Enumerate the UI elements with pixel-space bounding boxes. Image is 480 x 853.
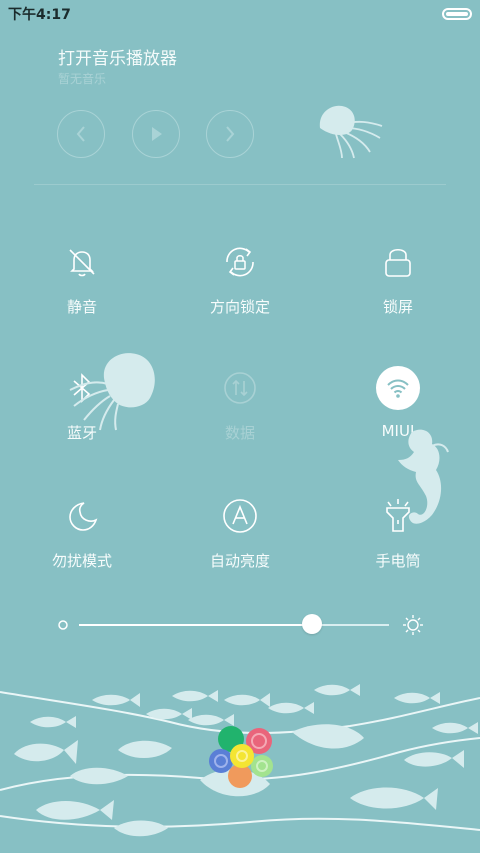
tile-lock-screen[interactable]: 锁屏 — [328, 240, 468, 336]
music-player-title[interactable]: 打开音乐播放器 — [58, 44, 177, 69]
tile-label: 方向锁定 — [209, 298, 270, 316]
brightness-high-icon — [403, 615, 423, 635]
wifi-icon — [376, 366, 420, 410]
bell-off-icon — [69, 249, 95, 277]
divider — [34, 184, 446, 185]
flower-decoration — [209, 726, 273, 788]
tile-label: 静音 — [66, 298, 97, 316]
tile-label: 勿扰模式 — [51, 552, 112, 570]
brightness-slider-fill — [79, 624, 312, 626]
tile-do-not-disturb[interactable]: 勿扰模式 — [12, 494, 152, 590]
jellyfish-illustration — [69, 353, 155, 431]
play-icon — [152, 127, 162, 141]
chevron-left-icon — [76, 126, 85, 142]
status-time: 下午4:17 — [8, 7, 71, 23]
music-player-subtitle: 暂无音乐 — [58, 72, 107, 86]
chevron-right-icon — [226, 126, 235, 142]
moon-icon — [69, 502, 98, 531]
brightness-low-icon — [58, 620, 68, 630]
battery-icon — [442, 8, 472, 20]
data-arrows-icon — [224, 372, 256, 404]
jellyfish-illustration — [319, 105, 383, 159]
tile-auto-brightness[interactable]: 自动亮度 — [170, 494, 310, 590]
tile-label: 自动亮度 — [209, 552, 270, 570]
rotation-lock-icon — [226, 247, 254, 277]
tile-mute[interactable]: 静音 — [12, 240, 152, 336]
previous-button[interactable] — [57, 110, 105, 158]
next-button[interactable] — [206, 110, 254, 158]
play-button[interactable] — [132, 110, 180, 158]
auto-brightness-icon — [223, 499, 257, 533]
tile-mobile-data: 数据 — [170, 366, 310, 462]
tile-label: 手电筒 — [375, 552, 421, 570]
seahorse-illustration — [398, 429, 449, 524]
tile-label: 锁屏 — [382, 298, 413, 316]
tile-label: 数据 — [224, 424, 255, 442]
lock-icon — [385, 248, 411, 277]
brightness-slider-thumb[interactable] — [301, 614, 322, 634]
tile-rotation-lock[interactable]: 方向锁定 — [170, 240, 310, 336]
